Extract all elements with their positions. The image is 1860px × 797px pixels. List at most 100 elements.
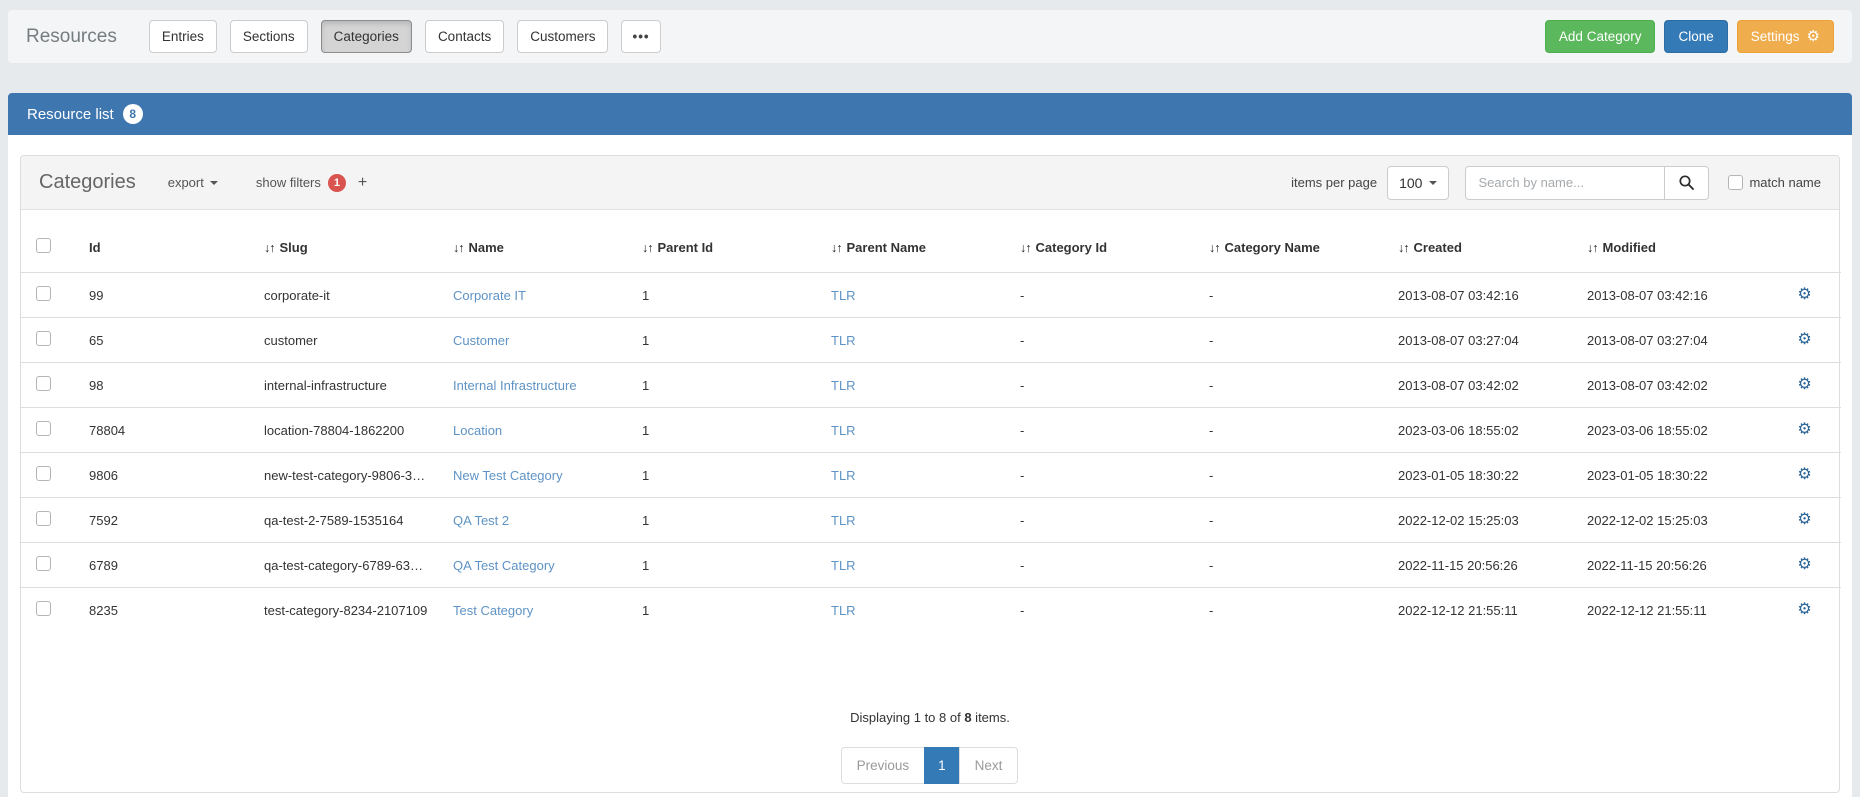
resource-list-panel: Resource list 8 Categories export show f… bbox=[8, 93, 1852, 797]
category-name-link[interactable]: Customer bbox=[453, 333, 509, 348]
tab-sections[interactable]: Sections bbox=[230, 20, 308, 53]
settings-button[interactable]: Settings ⚙ bbox=[1737, 20, 1834, 53]
cell-id: 8235 bbox=[81, 588, 256, 633]
resource-list-title: Resource list bbox=[27, 106, 114, 123]
search-button[interactable] bbox=[1665, 166, 1709, 200]
row-settings-gear-icon[interactable]: ⚙ bbox=[1797, 377, 1811, 393]
resource-list-header: Resource list 8 bbox=[8, 93, 1852, 135]
match-name-checkbox[interactable] bbox=[1728, 175, 1743, 190]
cell-slug: location-78804-1862200 bbox=[256, 408, 445, 453]
cell-category-name: - bbox=[1201, 318, 1390, 363]
cell-name: Location bbox=[445, 408, 634, 453]
row-settings-gear-icon[interactable]: ⚙ bbox=[1797, 557, 1811, 573]
pagination-previous-button[interactable]: Previous bbox=[841, 747, 926, 784]
column-header-parent-id[interactable]: ↓↑Parent Id bbox=[634, 210, 823, 273]
results-summary: Displaying 1 to 8 of 8 items. bbox=[21, 710, 1839, 725]
more-tabs-button[interactable]: ••• bbox=[621, 20, 660, 53]
cell-parent-name: TLR bbox=[823, 363, 1012, 408]
category-name-link[interactable]: Corporate IT bbox=[453, 288, 526, 303]
pagination-page-1-button[interactable]: 1 bbox=[924, 747, 960, 784]
row-checkbox[interactable] bbox=[36, 556, 51, 571]
cell-category-name: - bbox=[1201, 363, 1390, 408]
parent-name-link[interactable]: TLR bbox=[831, 423, 856, 438]
parent-name-link[interactable]: TLR bbox=[831, 558, 856, 573]
cell-id: 78804 bbox=[81, 408, 256, 453]
select-all-checkbox[interactable] bbox=[36, 238, 51, 253]
cell-category-name: - bbox=[1201, 273, 1390, 318]
row-checkbox[interactable] bbox=[36, 376, 51, 391]
parent-name-link[interactable]: TLR bbox=[831, 378, 856, 393]
export-dropdown[interactable]: export bbox=[168, 175, 218, 190]
row-settings-gear-icon[interactable]: ⚙ bbox=[1797, 287, 1811, 303]
column-header-category-name[interactable]: ↓↑Category Name bbox=[1201, 210, 1390, 273]
gear-icon: ⚙ bbox=[1807, 29, 1820, 44]
cell-parent-id: 1 bbox=[634, 318, 823, 363]
parent-name-link[interactable]: TLR bbox=[831, 333, 856, 348]
top-toolbar: Resources Entries Sections Categories Co… bbox=[8, 10, 1852, 63]
cell-category-id: - bbox=[1012, 588, 1201, 633]
category-name-link[interactable]: Test Category bbox=[453, 603, 533, 618]
categories-table: Id ↓↑Slug ↓↑Name ↓↑Parent Id ↓↑Parent Na… bbox=[21, 210, 1841, 632]
cell-modified: 2013-08-07 03:42:02 bbox=[1579, 363, 1768, 408]
column-header-actions bbox=[1768, 210, 1841, 273]
cell-parent-id: 1 bbox=[634, 408, 823, 453]
sort-icon: ↓↑ bbox=[1398, 241, 1409, 255]
parent-name-link[interactable]: TLR bbox=[831, 288, 856, 303]
items-per-page-select[interactable]: 100 bbox=[1387, 166, 1449, 200]
tab-categories[interactable]: Categories bbox=[321, 20, 412, 53]
cell-created: 2022-11-15 20:56:26 bbox=[1390, 543, 1579, 588]
category-name-link[interactable]: QA Test 2 bbox=[453, 513, 509, 528]
row-settings-gear-icon[interactable]: ⚙ bbox=[1797, 467, 1811, 483]
export-label: export bbox=[168, 175, 204, 190]
categories-panel-header: Categories export show filters 1 + items… bbox=[21, 156, 1839, 210]
cell-category-id: - bbox=[1012, 363, 1201, 408]
category-name-link[interactable]: QA Test Category bbox=[453, 558, 555, 573]
tab-contacts[interactable]: Contacts bbox=[425, 20, 504, 53]
row-checkbox[interactable] bbox=[36, 601, 51, 616]
row-settings-gear-icon[interactable]: ⚙ bbox=[1797, 602, 1811, 618]
category-name-link[interactable]: Location bbox=[453, 423, 502, 438]
cell-slug: internal-infrastructure bbox=[256, 363, 445, 408]
clone-button[interactable]: Clone bbox=[1664, 20, 1727, 53]
row-checkbox[interactable] bbox=[36, 286, 51, 301]
row-checkbox[interactable] bbox=[36, 331, 51, 346]
search-input[interactable] bbox=[1465, 166, 1665, 200]
pagination-next-button[interactable]: Next bbox=[959, 747, 1019, 784]
cell-slug: qa-test-category-6789-63… bbox=[256, 543, 445, 588]
parent-name-link[interactable]: TLR bbox=[831, 603, 856, 618]
column-header-created[interactable]: ↓↑Created bbox=[1390, 210, 1579, 273]
cell-id: 99 bbox=[81, 273, 256, 318]
column-header-slug[interactable]: ↓↑Slug bbox=[256, 210, 445, 273]
row-checkbox[interactable] bbox=[36, 511, 51, 526]
tab-entries[interactable]: Entries bbox=[149, 20, 217, 53]
cell-category-name: - bbox=[1201, 408, 1390, 453]
column-header-name[interactable]: ↓↑Name bbox=[445, 210, 634, 273]
category-name-link[interactable]: Internal Infrastructure bbox=[453, 378, 577, 393]
add-filter-button[interactable]: + bbox=[358, 174, 367, 192]
column-header-category-id[interactable]: ↓↑Category Id bbox=[1012, 210, 1201, 273]
add-category-button[interactable]: Add Category bbox=[1545, 20, 1656, 53]
parent-name-link[interactable]: TLR bbox=[831, 468, 856, 483]
caret-down-icon bbox=[210, 181, 218, 185]
table-row: 99 corporate-it Corporate IT 1 TLR - - 2… bbox=[21, 273, 1841, 318]
show-filters-toggle[interactable]: show filters 1 bbox=[256, 174, 346, 192]
cell-parent-id: 1 bbox=[634, 273, 823, 318]
cell-id: 98 bbox=[81, 363, 256, 408]
cell-category-name: - bbox=[1201, 498, 1390, 543]
row-checkbox[interactable] bbox=[36, 466, 51, 481]
cell-parent-name: TLR bbox=[823, 408, 1012, 453]
cell-name: Test Category bbox=[445, 588, 634, 633]
cell-parent-name: TLR bbox=[823, 543, 1012, 588]
cell-parent-id: 1 bbox=[634, 588, 823, 633]
tab-customers[interactable]: Customers bbox=[517, 20, 608, 53]
column-header-parent-name[interactable]: ↓↑Parent Name bbox=[823, 210, 1012, 273]
category-name-link[interactable]: New Test Category bbox=[453, 468, 563, 483]
cell-name: Corporate IT bbox=[445, 273, 634, 318]
row-settings-gear-icon[interactable]: ⚙ bbox=[1797, 512, 1811, 528]
row-checkbox[interactable] bbox=[36, 421, 51, 436]
parent-name-link[interactable]: TLR bbox=[831, 513, 856, 528]
row-settings-gear-icon[interactable]: ⚙ bbox=[1797, 332, 1811, 348]
resource-list-body: Categories export show filters 1 + items… bbox=[8, 135, 1852, 797]
row-settings-gear-icon[interactable]: ⚙ bbox=[1797, 422, 1811, 438]
column-header-modified[interactable]: ↓↑Modified bbox=[1579, 210, 1768, 273]
